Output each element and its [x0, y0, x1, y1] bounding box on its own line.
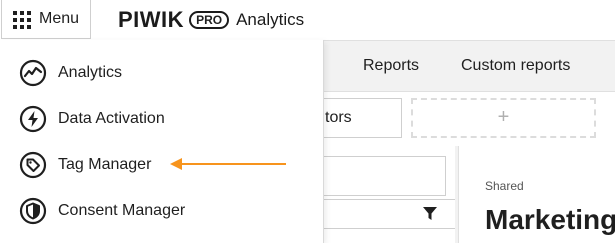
menu-item-label: Analytics — [58, 64, 123, 81]
shield-icon — [19, 197, 47, 225]
menu-item-data-activation[interactable]: Data Activation — [0, 96, 322, 142]
product-name: Analytics — [236, 10, 305, 29]
menu-item-consent-manager[interactable]: Consent Manager — [0, 188, 322, 234]
dashboard-title: Marketing — [485, 204, 615, 235]
app-switcher-dropdown: Analytics Data Activation Tag Manager Co… — [0, 40, 324, 243]
menu-item-label: Data Activation — [58, 110, 165, 127]
tab-custom-reports[interactable]: Custom reports — [461, 57, 570, 75]
shared-label: Shared — [485, 179, 524, 193]
menu-item-label: Tag Manager — [58, 156, 152, 173]
grid-icon — [13, 11, 31, 29]
piwik-pro-logo[interactable]: PIWIK PRO Analytics — [118, 7, 305, 32]
menu-label: Menu — [39, 10, 80, 27]
tag-icon — [19, 151, 47, 179]
menu-item-analytics[interactable]: Analytics — [0, 50, 322, 96]
lightning-icon — [19, 105, 47, 133]
tab-reports[interactable]: Reports — [363, 57, 419, 75]
add-label: + — [497, 106, 510, 128]
highlight-arrow-icon — [170, 158, 286, 170]
analytics-chart-icon — [19, 59, 47, 87]
top-bar: Menu PIWIK PRO Analytics — [0, 0, 615, 40]
menu-button[interactable]: Menu — [1, 0, 91, 39]
menu-item-label: Consent Manager — [58, 202, 186, 219]
toolbar-button-label: tors — [325, 109, 352, 126]
logo-wordmark: PIWIK — [118, 7, 185, 32]
filter-icon[interactable] — [423, 207, 437, 221]
logo-badge: PRO — [189, 11, 230, 29]
add-tile-button[interactable]: + — [411, 98, 596, 138]
